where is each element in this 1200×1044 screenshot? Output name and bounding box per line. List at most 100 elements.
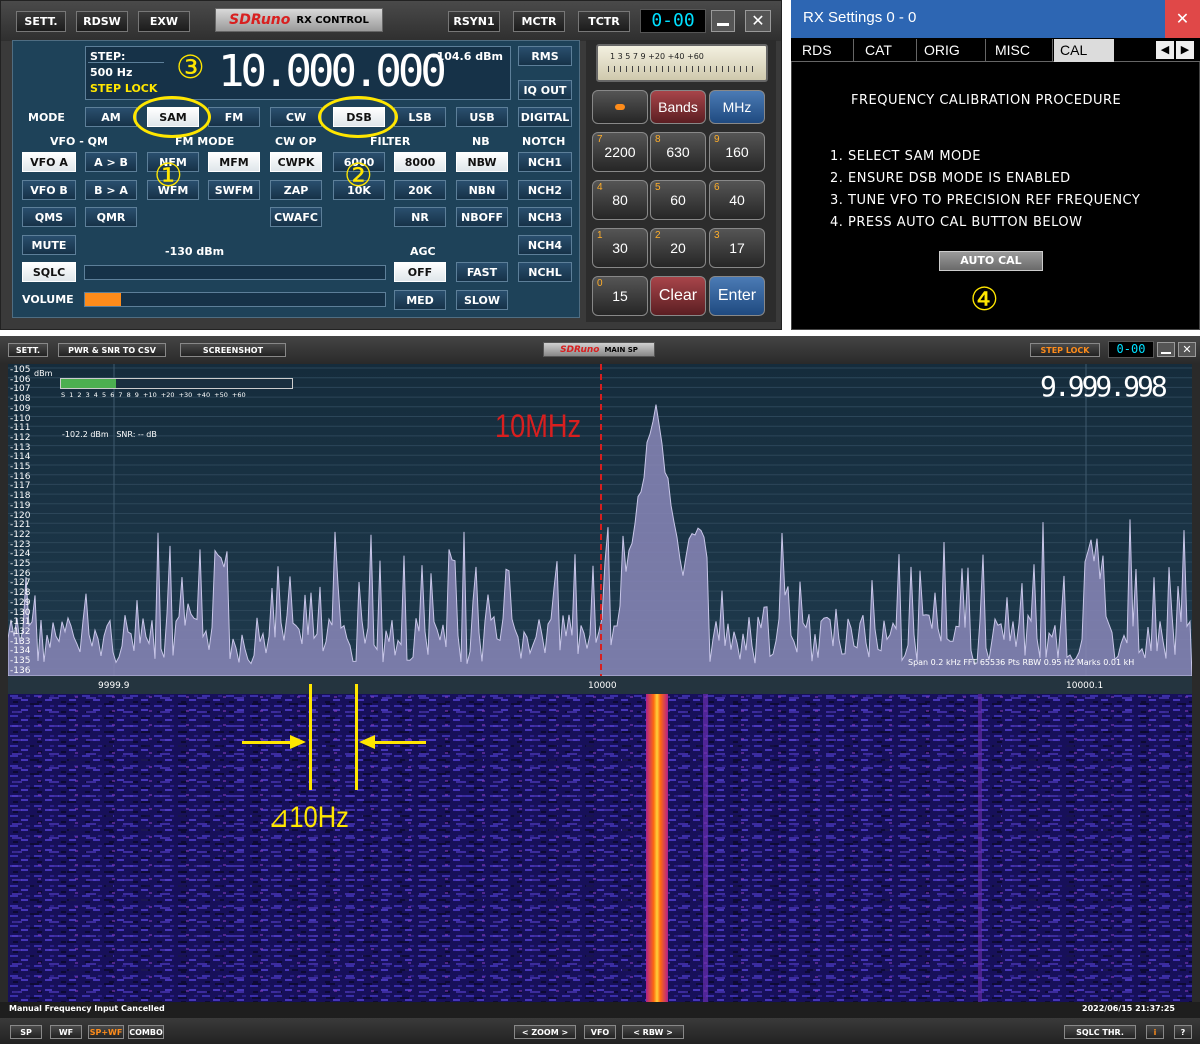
vfo-b-button[interactable]: VFO B [22,180,76,200]
tab-cat[interactable]: CAT [855,39,917,62]
nr-button[interactable]: NR [394,207,446,227]
qms-button[interactable]: QMS [22,207,76,227]
status-timestamp: 2022/06/15 21:37:25 [1082,1004,1175,1013]
rbw-control[interactable]: < RBW > [622,1025,684,1039]
key-15[interactable]: 0 15 [592,276,648,316]
cwafc-button[interactable]: CWAFC [270,207,322,227]
squelch-slider[interactable] [84,265,386,280]
rdsw-button[interactable]: RDSW [76,11,128,32]
key-2200[interactable]: 7 2200 [592,132,648,172]
vfo-a-button[interactable]: VFO A [22,152,76,172]
sp-step-lock-button[interactable]: STEP LOCK [1030,343,1100,357]
rx-control-title-text: RX CONTROL [296,14,369,26]
volume-slider[interactable] [84,292,386,307]
pwr-snr-csv-button[interactable]: PWR & SNR TO CSV [58,343,166,357]
iq-out-button[interactable]: IQ OUT [518,80,572,100]
view-wf-button[interactable]: WF [50,1025,82,1039]
tab-scroll-right-icon[interactable]: ▶ [1176,41,1194,59]
nch2-button[interactable]: NCH2 [518,180,572,200]
cwpk-button[interactable]: CWPK [270,152,322,172]
tab-misc[interactable]: MISC [987,39,1053,62]
exw-button[interactable]: EXW [138,11,190,32]
agc-slow-button[interactable]: SLOW [456,290,508,310]
annotation-4: ④ [970,280,999,318]
help-icon[interactable]: ? [1174,1025,1192,1039]
sp-minimize-button[interactable] [1157,342,1175,357]
nch4-button[interactable]: NCH4 [518,235,572,255]
auto-cal-button[interactable]: AUTO CAL [939,251,1043,271]
main-sp-title: SDRuno MAIN SP [543,342,655,357]
nbn-button[interactable]: NBN [456,180,508,200]
spectrum-panel[interactable] [8,364,1192,676]
minimize-button[interactable] [711,10,735,32]
nch1-button[interactable]: NCH1 [518,152,572,172]
nch3-button[interactable]: NCH3 [518,207,572,227]
agc-off-button[interactable]: OFF [394,262,446,282]
close-button[interactable]: ✕ [745,10,771,32]
view-combo-button[interactable]: COMBO [128,1025,164,1039]
vfo-frequency[interactable]: 10.000.000 [218,48,447,96]
meter-scale: 1 3 5 7 9 +20 +40 +60 [610,52,704,61]
mode-fm[interactable]: FM [208,107,260,127]
rms-button[interactable]: RMS [518,46,572,66]
swfm-button[interactable]: SWFM [208,180,260,200]
enter-key[interactable]: Enter [709,276,765,316]
rx-settings-close-button[interactable]: ✕ [1165,0,1200,38]
key-60[interactable]: 5 60 [650,180,706,220]
key-630[interactable]: 8 630 [650,132,706,172]
nboff-button[interactable]: NBOFF [456,207,508,227]
mode-digital[interactable]: DIGITAL [518,107,572,127]
sp-sett-button[interactable]: SETT. [8,343,48,357]
waterfall-panel[interactable] [8,694,1192,1002]
tctr-button[interactable]: TCTR [578,11,630,32]
sqlc-thr-button[interactable]: SQLC THR. [1064,1025,1136,1039]
zoom-control[interactable]: < ZOOM > [514,1025,576,1039]
step-value: 500 Hz [90,66,133,79]
view-sp-button[interactable]: SP [10,1025,42,1039]
mode-lsb[interactable]: LSB [394,107,446,127]
key-20[interactable]: 2 20 [650,228,706,268]
spectrum-frequency: 9.999.998 [1040,370,1168,403]
nchl-button[interactable]: NCHL [518,262,572,282]
bands-key[interactable]: Bands [650,90,706,124]
mode-cw[interactable]: CW [270,107,322,127]
sett-button[interactable]: SETT. [16,11,66,32]
view-sp-wf-button[interactable]: SP+WF [88,1025,124,1039]
b-to-a-button[interactable]: B > A [85,180,137,200]
key-dot[interactable] [592,90,648,124]
sp-close-button[interactable]: ✕ [1178,342,1196,357]
mhz-key[interactable]: MHz [709,90,765,124]
mode-am[interactable]: AM [85,107,137,127]
clear-key[interactable]: Clear [650,276,706,316]
waterfall-plot [8,694,1192,1002]
agc-fast-button[interactable]: FAST [456,262,508,282]
key-30[interactable]: 1 30 [592,228,648,268]
mctr-button[interactable]: MCTR [513,11,565,32]
nbw-button[interactable]: NBW [456,152,508,172]
screenshot-button[interactable]: SCREENSHOT [180,343,286,357]
tab-scroll-left-icon[interactable]: ◀ [1156,41,1174,59]
delta-arrowhead-right-icon [359,735,375,749]
agc-med-button[interactable]: MED [394,290,446,310]
zap-button[interactable]: ZAP [270,180,322,200]
key-80[interactable]: 4 80 [592,180,648,220]
tab-orig[interactable]: ORIG [918,39,986,62]
info-icon[interactable]: i [1146,1025,1164,1039]
key-17[interactable]: 3 17 [709,228,765,268]
cal-step-2: 2. ENSURE DSB MODE IS ENABLED [830,171,1071,186]
sqlc-button[interactable]: SQLC [22,262,76,282]
mfm-button[interactable]: MFM [208,152,260,172]
filter-20k-button[interactable]: 20K [394,180,446,200]
key-40[interactable]: 6 40 [709,180,765,220]
rsyn1-button[interactable]: RSYN1 [448,11,500,32]
filter-8000-button[interactable]: 8000 [394,152,446,172]
a-to-b-button[interactable]: A > B [85,152,137,172]
tab-cal[interactable]: CAL [1054,39,1114,62]
vfo-button[interactable]: VFO [584,1025,616,1039]
tab-rds[interactable]: RDS [792,39,854,62]
mode-usb[interactable]: USB [456,107,508,127]
qmr-button[interactable]: QMR [85,207,137,227]
key-160[interactable]: 9 160 [709,132,765,172]
mute-button[interactable]: MUTE [22,235,76,255]
volume-label: VOLUME [22,293,74,306]
